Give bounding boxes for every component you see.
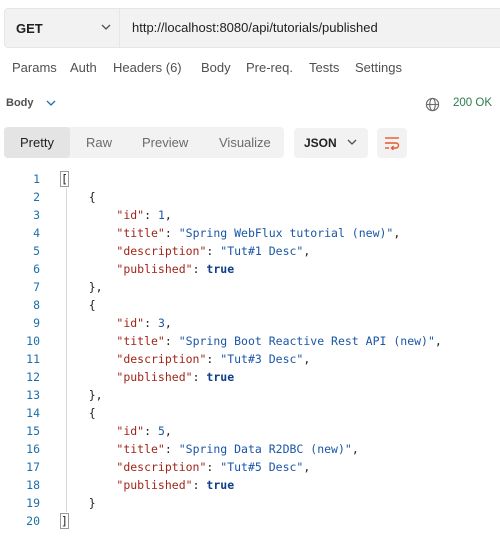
line-number: 6 — [33, 262, 40, 276]
url-input[interactable]: http://localhost:8080/api/tutorials/publ… — [132, 20, 378, 35]
globe-icon[interactable] — [425, 97, 440, 112]
line-number: 5 — [33, 244, 40, 258]
line-number: 2 — [33, 190, 40, 204]
tab-pre-request[interactable]: Pre-req. — [246, 60, 293, 75]
chevron-down-icon — [101, 24, 111, 30]
code-line: 9 "id": 3, — [0, 314, 500, 332]
code-line: 14 { — [0, 404, 500, 422]
response-section-select[interactable]: Body — [6, 97, 34, 109]
code-line: 11 "description": "Tut#3 Desc", — [0, 350, 500, 368]
tab-raw[interactable]: Raw — [86, 127, 112, 158]
code-line: 17 "description": "Tut#5 Desc", — [0, 458, 500, 476]
code-line: 1[ — [0, 170, 500, 188]
code-line: 19 } — [0, 494, 500, 512]
method-select[interactable]: GET — [5, 9, 120, 47]
code-line: 18 "published": true — [0, 476, 500, 494]
request-bar: GET http://localhost:8080/api/tutorials/… — [4, 8, 500, 48]
line-number: 20 — [26, 514, 40, 528]
code-line: 4 "title": "Spring WebFlux tutorial (new… — [0, 224, 500, 242]
line-number: 13 — [26, 388, 40, 402]
code-line: 13 }, — [0, 386, 500, 404]
open-bracket: [ — [60, 171, 69, 187]
code-line: 5 "description": "Tut#1 Desc", — [0, 242, 500, 260]
line-number: 11 — [26, 352, 40, 366]
code-line: 2 { — [0, 188, 500, 206]
tab-auth[interactable]: Auth — [70, 60, 97, 75]
method-label: GET — [16, 20, 43, 36]
code-line: 7 }, — [0, 278, 500, 296]
code-line: 16 "title": "Spring Data R2DBC (new)", — [0, 440, 500, 458]
format-label: JSON — [304, 136, 337, 150]
status-badge: 200 OK — [453, 97, 492, 109]
line-number: 8 — [33, 298, 40, 312]
code-line: 15 "id": 5, — [0, 422, 500, 440]
tab-tests[interactable]: Tests — [309, 60, 339, 75]
wrap-lines-icon — [385, 137, 400, 150]
line-number: 16 — [26, 442, 40, 456]
line-number: 1 — [33, 172, 40, 186]
line-number: 19 — [26, 496, 40, 510]
tab-pretty[interactable]: Pretty — [4, 127, 70, 158]
line-number: 10 — [26, 334, 40, 348]
line-number: 14 — [26, 406, 40, 420]
code-line: 3 "id": 1, — [0, 206, 500, 224]
code-line: 20] — [0, 512, 500, 530]
view-mode-tabs: Pretty Raw Preview Visualize — [4, 127, 284, 158]
line-number: 7 — [33, 280, 40, 294]
code-line: 10 "title": "Spring Boot Reactive Rest A… — [0, 332, 500, 350]
code-line: 8 { — [0, 296, 500, 314]
line-number: 9 — [33, 316, 40, 330]
code-line: 12 "published": true — [0, 368, 500, 386]
format-select[interactable]: JSON — [294, 128, 368, 158]
tab-body[interactable]: Body — [201, 60, 231, 75]
tab-settings[interactable]: Settings — [355, 60, 402, 75]
line-number: 15 — [26, 424, 40, 438]
response-body[interactable]: 1[ 2 { 3 "id": 1, 4 "title": "Spring Web… — [0, 170, 500, 530]
tab-visualize[interactable]: Visualize — [219, 127, 271, 158]
line-number: 17 — [26, 460, 40, 474]
line-number: 4 — [33, 226, 40, 240]
line-number: 18 — [26, 478, 40, 492]
line-number: 12 — [26, 370, 40, 384]
close-bracket: ] — [60, 513, 69, 529]
line-number: 3 — [33, 208, 40, 222]
tab-params[interactable]: Params — [12, 60, 57, 75]
tab-preview[interactable]: Preview — [142, 127, 188, 158]
wrap-lines-button[interactable] — [377, 128, 407, 158]
chevron-down-icon — [347, 139, 357, 145]
response-header: Body 200 OK — [0, 94, 500, 114]
tab-headers[interactable]: Headers (6) — [113, 60, 182, 75]
code-line: 6 "published": true — [0, 260, 500, 278]
chevron-down-icon[interactable] — [46, 100, 56, 107]
